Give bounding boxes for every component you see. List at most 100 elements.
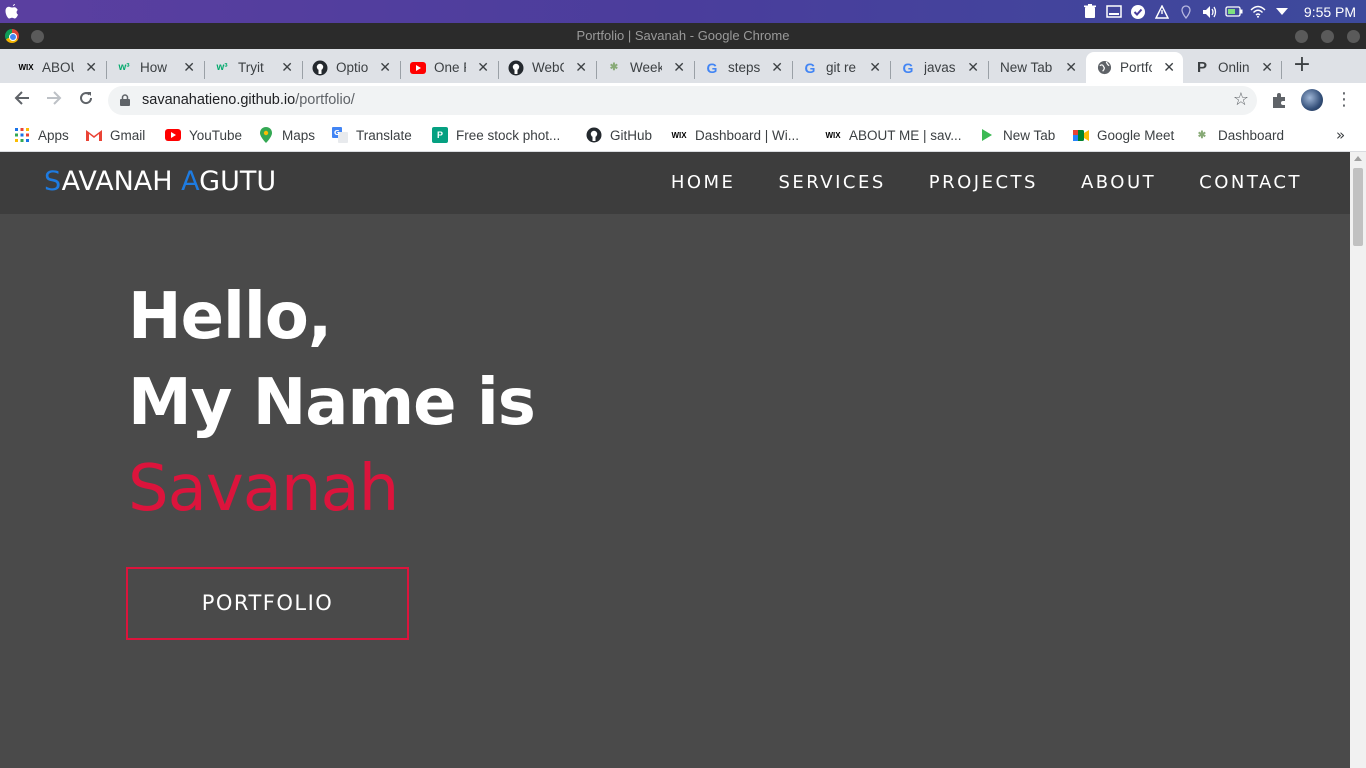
tab[interactable]: WIX ABOU ✕ bbox=[8, 52, 105, 83]
maximize-button[interactable] bbox=[1321, 30, 1334, 43]
close-tab-icon[interactable]: ✕ bbox=[1261, 59, 1273, 76]
portfolio-button[interactable]: PORTFOLIO bbox=[126, 567, 409, 640]
tab[interactable]: G git re ✕ bbox=[792, 52, 889, 83]
bookmark-about-me[interactable]: WIX ABOUT ME | sav... bbox=[825, 125, 962, 145]
bookmark-translate[interactable]: G Translate bbox=[332, 125, 412, 145]
arrow-right-icon bbox=[47, 91, 62, 105]
close-window-button[interactable] bbox=[1347, 30, 1360, 43]
bookmark-gmail[interactable]: Gmail bbox=[86, 125, 145, 145]
tab[interactable]: ✱ Week ✕ bbox=[596, 52, 693, 83]
google-icon: G bbox=[902, 59, 914, 76]
bookmark-apps[interactable]: Apps bbox=[14, 125, 69, 145]
tab[interactable]: New Tab ✕ bbox=[988, 52, 1085, 83]
bookmark-label: Dashboard | Wi... bbox=[695, 127, 800, 143]
display-icon[interactable] bbox=[1102, 0, 1126, 23]
minimize-button[interactable] bbox=[1295, 30, 1308, 43]
bookmark-maps[interactable]: Maps bbox=[258, 125, 315, 145]
tab[interactable]: G steps ✕ bbox=[694, 52, 791, 83]
close-tab-icon[interactable]: ✕ bbox=[673, 59, 685, 76]
tab-strip: WIX ABOU ✕ w³ How ✕ w³ Tryit ✕ Optio ✕ O… bbox=[0, 49, 1366, 83]
close-tab-icon[interactable]: ✕ bbox=[869, 59, 881, 76]
wifi-icon[interactable] bbox=[1246, 0, 1270, 23]
new-tab-button[interactable]: + bbox=[1290, 54, 1314, 78]
alert-icon[interactable] bbox=[1150, 0, 1174, 23]
extensions-puzzle-icon[interactable] bbox=[1270, 91, 1288, 109]
bookmark-label: Gmail bbox=[110, 127, 146, 143]
tab-label: ABOU bbox=[42, 60, 74, 75]
hero-greeting: Hello, bbox=[128, 280, 332, 354]
nav-projects-link[interactable]: PROJECTS bbox=[929, 172, 1038, 193]
tab[interactable]: One P ✕ bbox=[400, 52, 497, 83]
bookmark-star-icon[interactable]: ☆ bbox=[1233, 89, 1249, 110]
window-title: Portfolio | Savanah - Google Chrome bbox=[576, 28, 790, 43]
tab-active[interactable]: Portfo ✕ bbox=[1086, 52, 1183, 83]
tab[interactable]: G javas ✕ bbox=[890, 52, 987, 83]
bookmark-label: ABOUT ME | sav... bbox=[849, 127, 962, 143]
apps-grid-icon bbox=[14, 127, 30, 143]
close-tab-icon[interactable]: ✕ bbox=[1065, 59, 1077, 76]
google-icon: G bbox=[706, 59, 718, 76]
tab-label: git re bbox=[826, 60, 857, 75]
translate-icon: G bbox=[332, 127, 348, 143]
forward-button[interactable] bbox=[42, 89, 66, 113]
bookmark-label: Maps bbox=[282, 127, 316, 143]
kebab-menu-icon[interactable]: ⋮ bbox=[1335, 88, 1353, 112]
tab-label: Optio bbox=[336, 60, 368, 75]
tab[interactable]: w³ How ✕ bbox=[106, 52, 203, 83]
nav-about-link[interactable]: ABOUT bbox=[1081, 172, 1156, 193]
close-tab-icon[interactable]: ✕ bbox=[281, 59, 293, 76]
site-brand[interactable]: SAVANAH AGUTU bbox=[44, 166, 276, 197]
bookmark-pexels[interactable]: P Free stock phot... bbox=[432, 125, 560, 145]
bookmark-github[interactable]: GitHub bbox=[586, 125, 652, 145]
tab[interactable]: WebC ✕ bbox=[498, 52, 595, 83]
bookmark-google-meet[interactable]: Google Meet bbox=[1073, 125, 1174, 145]
lock-icon[interactable] bbox=[120, 94, 130, 106]
web-page: SAVANAH AGUTU HOME SERVICES PROJECTS ABO… bbox=[0, 152, 1350, 768]
address-bar[interactable]: savanahatieno.github.io/portfolio/ ☆ bbox=[108, 86, 1257, 115]
hero-name: Savanah bbox=[128, 452, 399, 526]
palm-icon: ✱ bbox=[609, 62, 619, 73]
close-tab-icon[interactable]: ✕ bbox=[183, 59, 195, 76]
url-text[interactable]: savanahatieno.github.io/portfolio/ bbox=[142, 92, 355, 108]
window-dot-icon[interactable] bbox=[31, 30, 44, 43]
meet-icon bbox=[1073, 127, 1089, 143]
close-tab-icon[interactable]: ✕ bbox=[85, 59, 97, 76]
gmail-icon bbox=[86, 127, 102, 143]
dropdown-icon[interactable] bbox=[1270, 0, 1294, 23]
back-button[interactable] bbox=[10, 89, 34, 113]
tab-label: Tryit bbox=[238, 60, 264, 75]
nav-services-link[interactable]: SERVICES bbox=[778, 172, 885, 193]
close-tab-icon[interactable]: ✕ bbox=[967, 59, 979, 76]
close-tab-icon[interactable]: ✕ bbox=[477, 59, 489, 76]
tab[interactable]: P Onlin ✕ bbox=[1184, 52, 1281, 83]
nav-home-link[interactable]: HOME bbox=[671, 172, 736, 193]
nav-contact-link[interactable]: CONTACT bbox=[1199, 172, 1302, 193]
location-icon[interactable] bbox=[1174, 0, 1198, 23]
trash-icon[interactable] bbox=[1078, 0, 1102, 23]
github-icon bbox=[508, 60, 524, 76]
close-tab-icon[interactable]: ✕ bbox=[771, 59, 783, 76]
battery-icon[interactable] bbox=[1222, 0, 1246, 23]
bookmark-youtube[interactable]: YouTube bbox=[165, 125, 242, 145]
scrollbar-thumb[interactable] bbox=[1353, 168, 1363, 246]
close-tab-icon[interactable]: ✕ bbox=[379, 59, 391, 76]
reload-button[interactable] bbox=[74, 89, 98, 113]
window-title-bar: Portfolio | Savanah - Google Chrome bbox=[0, 23, 1366, 49]
apple-icon[interactable] bbox=[4, 3, 20, 20]
bookmark-new-tab[interactable]: New Tab bbox=[979, 125, 1055, 145]
p-icon: P bbox=[1196, 59, 1207, 76]
tab[interactable]: Optio ✕ bbox=[302, 52, 399, 83]
volume-icon[interactable] bbox=[1198, 0, 1222, 23]
close-tab-icon[interactable]: ✕ bbox=[575, 59, 587, 76]
bookmarks-bar: Apps Gmail YouTube Maps G Translate P Fr… bbox=[0, 118, 1366, 152]
os-menu-bar: 9:55 PM bbox=[0, 0, 1366, 23]
bookmark-dashboard-wix[interactable]: WIX Dashboard | Wi... bbox=[671, 125, 799, 145]
tab[interactable]: w³ Tryit ✕ bbox=[204, 52, 301, 83]
bookmark-dashboard[interactable]: ✱ Dashboard bbox=[1194, 125, 1284, 145]
close-tab-icon[interactable]: ✕ bbox=[1163, 59, 1175, 76]
scroll-up-icon[interactable] bbox=[1354, 156, 1362, 161]
page-scrollbar[interactable] bbox=[1350, 152, 1366, 768]
profile-avatar[interactable] bbox=[1301, 89, 1323, 111]
more-bookmarks-icon[interactable]: » bbox=[1336, 126, 1345, 144]
check-icon[interactable] bbox=[1126, 0, 1150, 23]
